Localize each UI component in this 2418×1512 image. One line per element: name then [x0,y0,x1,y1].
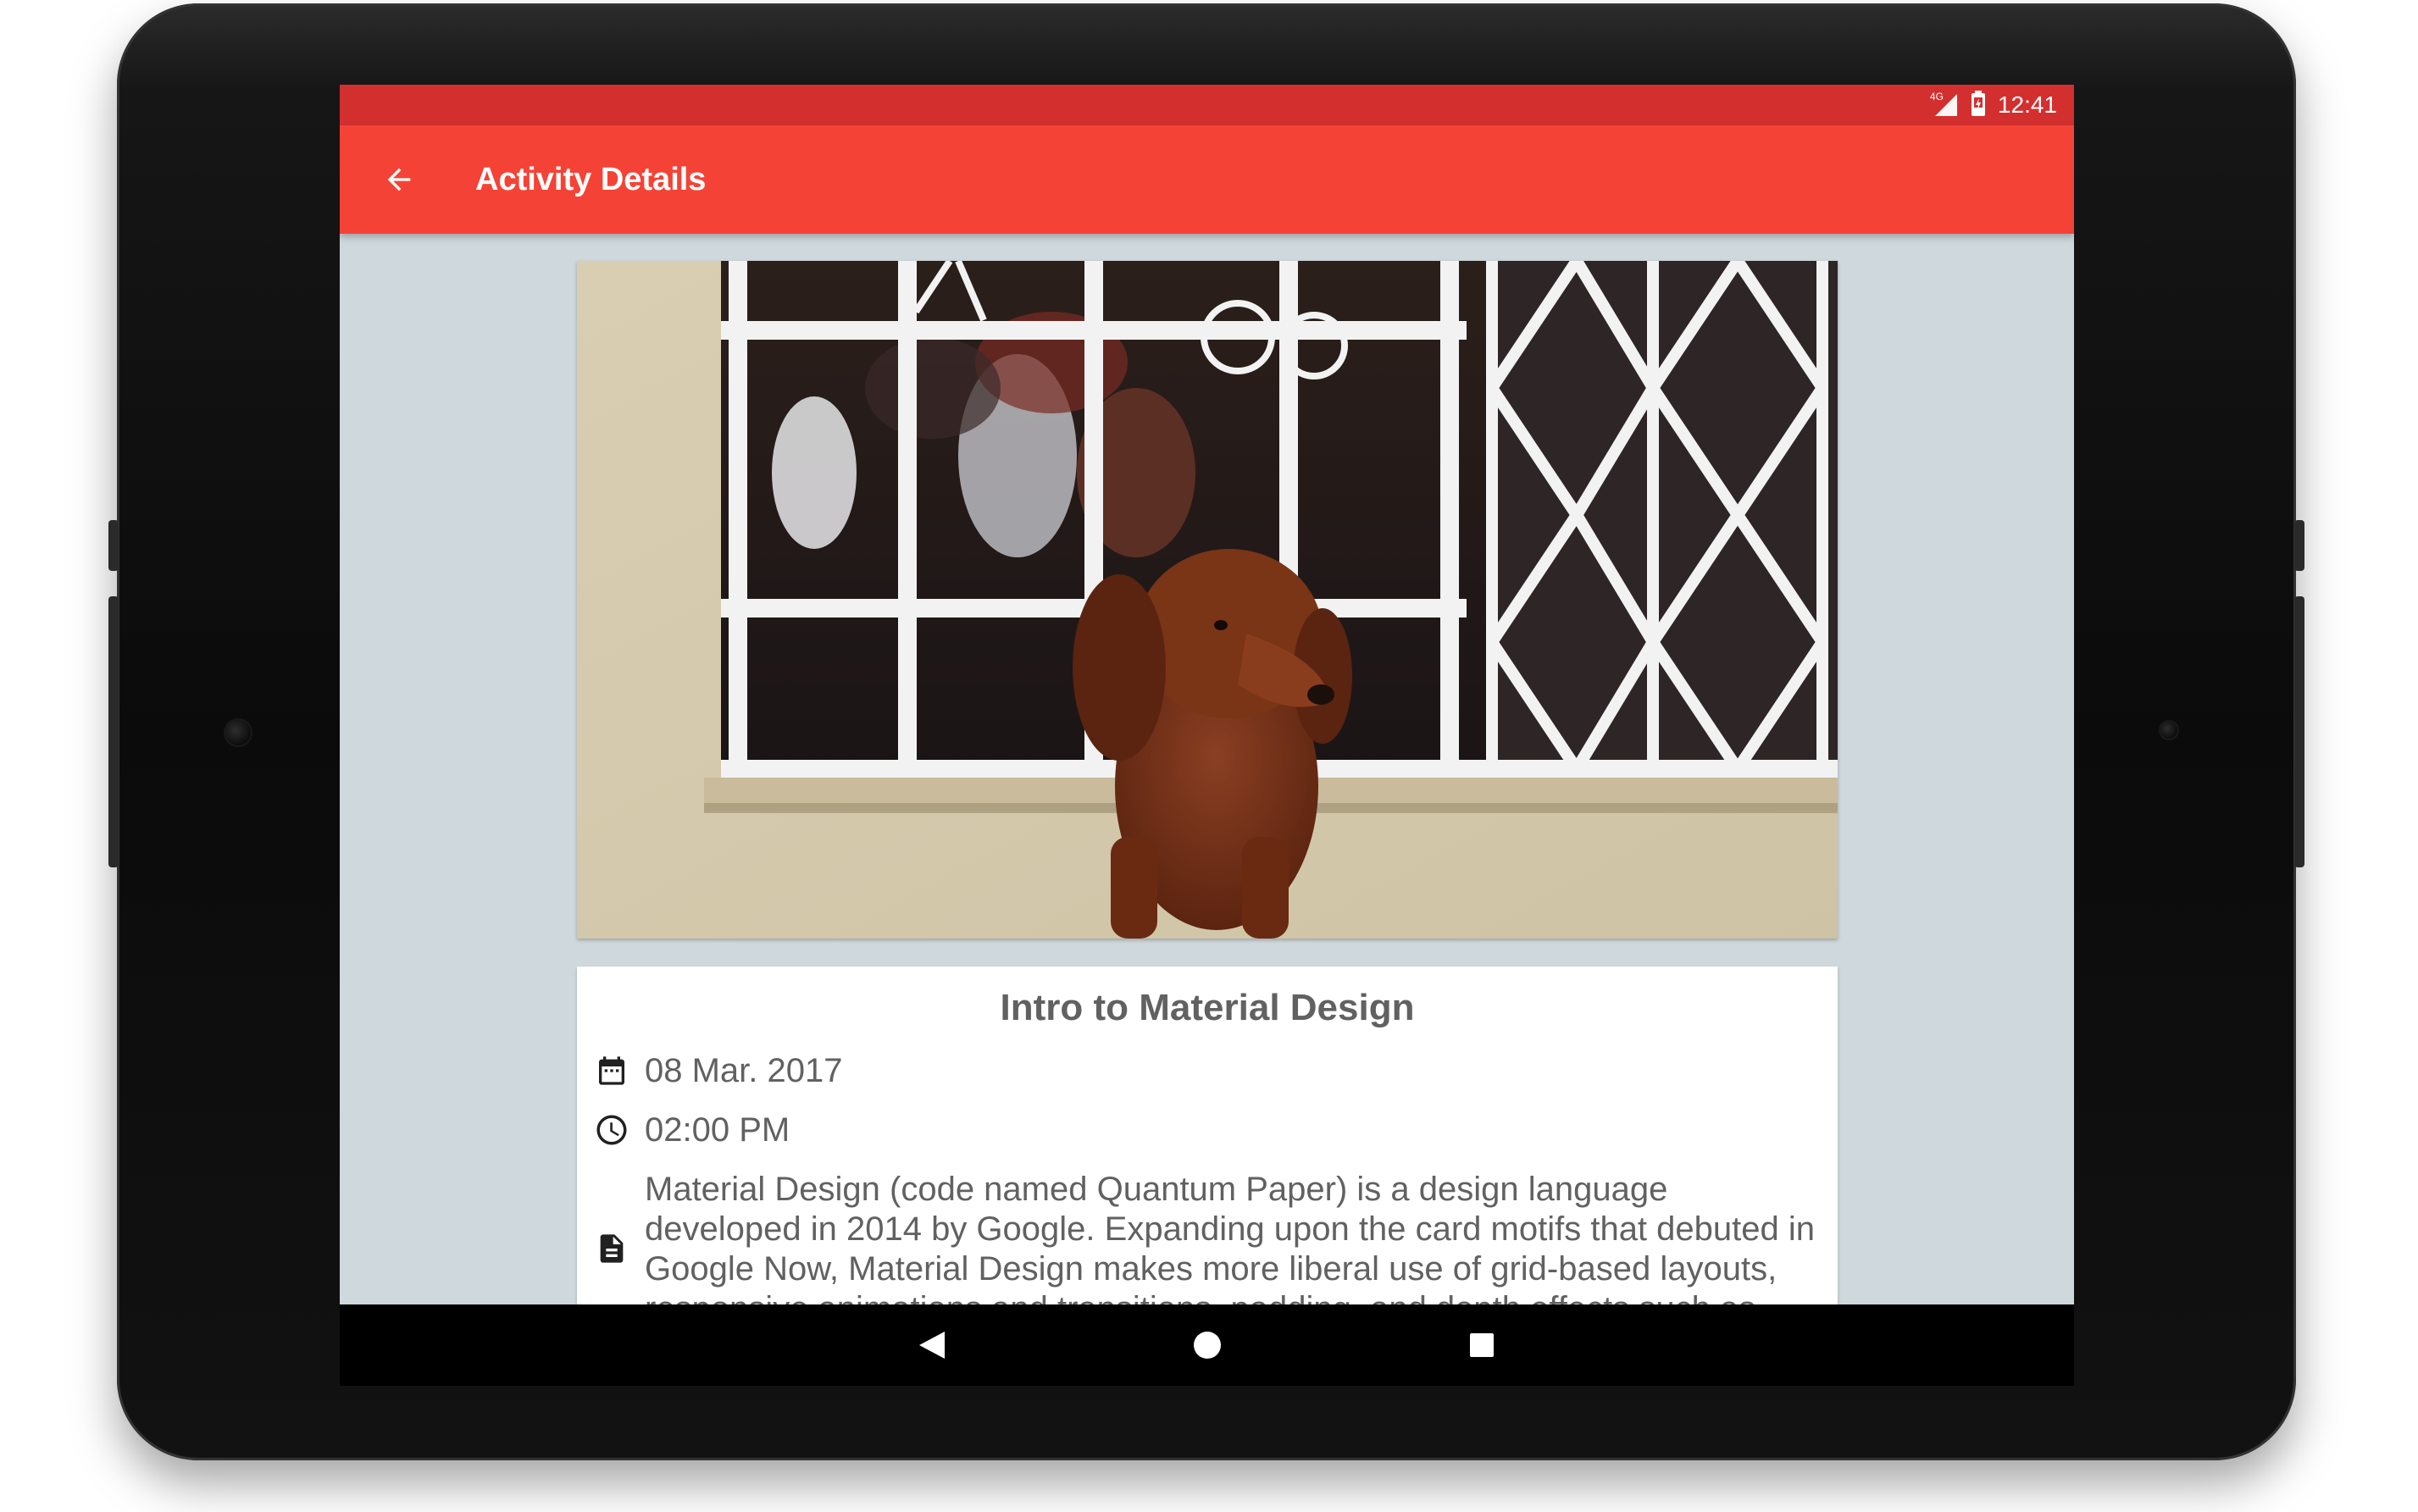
back-triangle-icon [919,1332,945,1359]
home-circle-icon [1194,1332,1221,1359]
activity-date: 08 Mar. 2017 [645,1051,843,1089]
activity-content[interactable]: Intro to Material Design 08 Mar. 2017 02… [340,234,2074,1304]
status-time: 12:41 [1997,91,2057,118]
light-sensor [2160,722,2177,739]
status-icons: 4G 12:41 [1930,85,2057,125]
activity-time-row: 02:00 PM [592,1110,790,1149]
activity-description: Material Design (code named Quantum Pape… [645,1171,1815,1304]
status-bar: 4G 12:41 [340,85,2074,125]
battery-icon [1971,90,1986,120]
device-screen: 4G 12:41 Activity Details Intro to Mater… [340,85,2074,1304]
activity-title: Intro to Material Design [1000,987,1415,1028]
activity-info-card: Intro to Material Design 08 Mar. 2017 02… [577,966,1838,1304]
clock-icon [592,1110,631,1149]
nav-recents-button[interactable] [1456,1320,1507,1371]
document-icon [592,1229,631,1268]
tablet-side-button [108,596,119,867]
activity-date-row: 08 Mar. 2017 [592,1051,843,1090]
nav-home-button[interactable] [1182,1320,1233,1371]
nav-back-button[interactable] [907,1320,957,1371]
front-camera [225,720,251,745]
tablet-side-button [2294,596,2304,867]
back-button[interactable] [374,154,424,205]
recents-square-icon [1470,1333,1494,1357]
navigation-bar [340,1304,2074,1386]
device-mockup: 4G 12:41 Activity Details Intro to Mater… [0,0,2418,1512]
app-bar-title: Activity Details [475,162,707,197]
app-bar: Activity Details [340,125,2074,234]
network-type: 4G [1929,91,1944,102]
arrow-back-icon [387,168,411,191]
activity-time: 02:00 PM [645,1110,790,1149]
tablet-side-button [2294,520,2304,571]
tablet-side-button [108,520,119,571]
activity-photo [577,261,1838,939]
calendar-icon [592,1051,631,1090]
signal-icon: 4G [1929,91,1959,118]
